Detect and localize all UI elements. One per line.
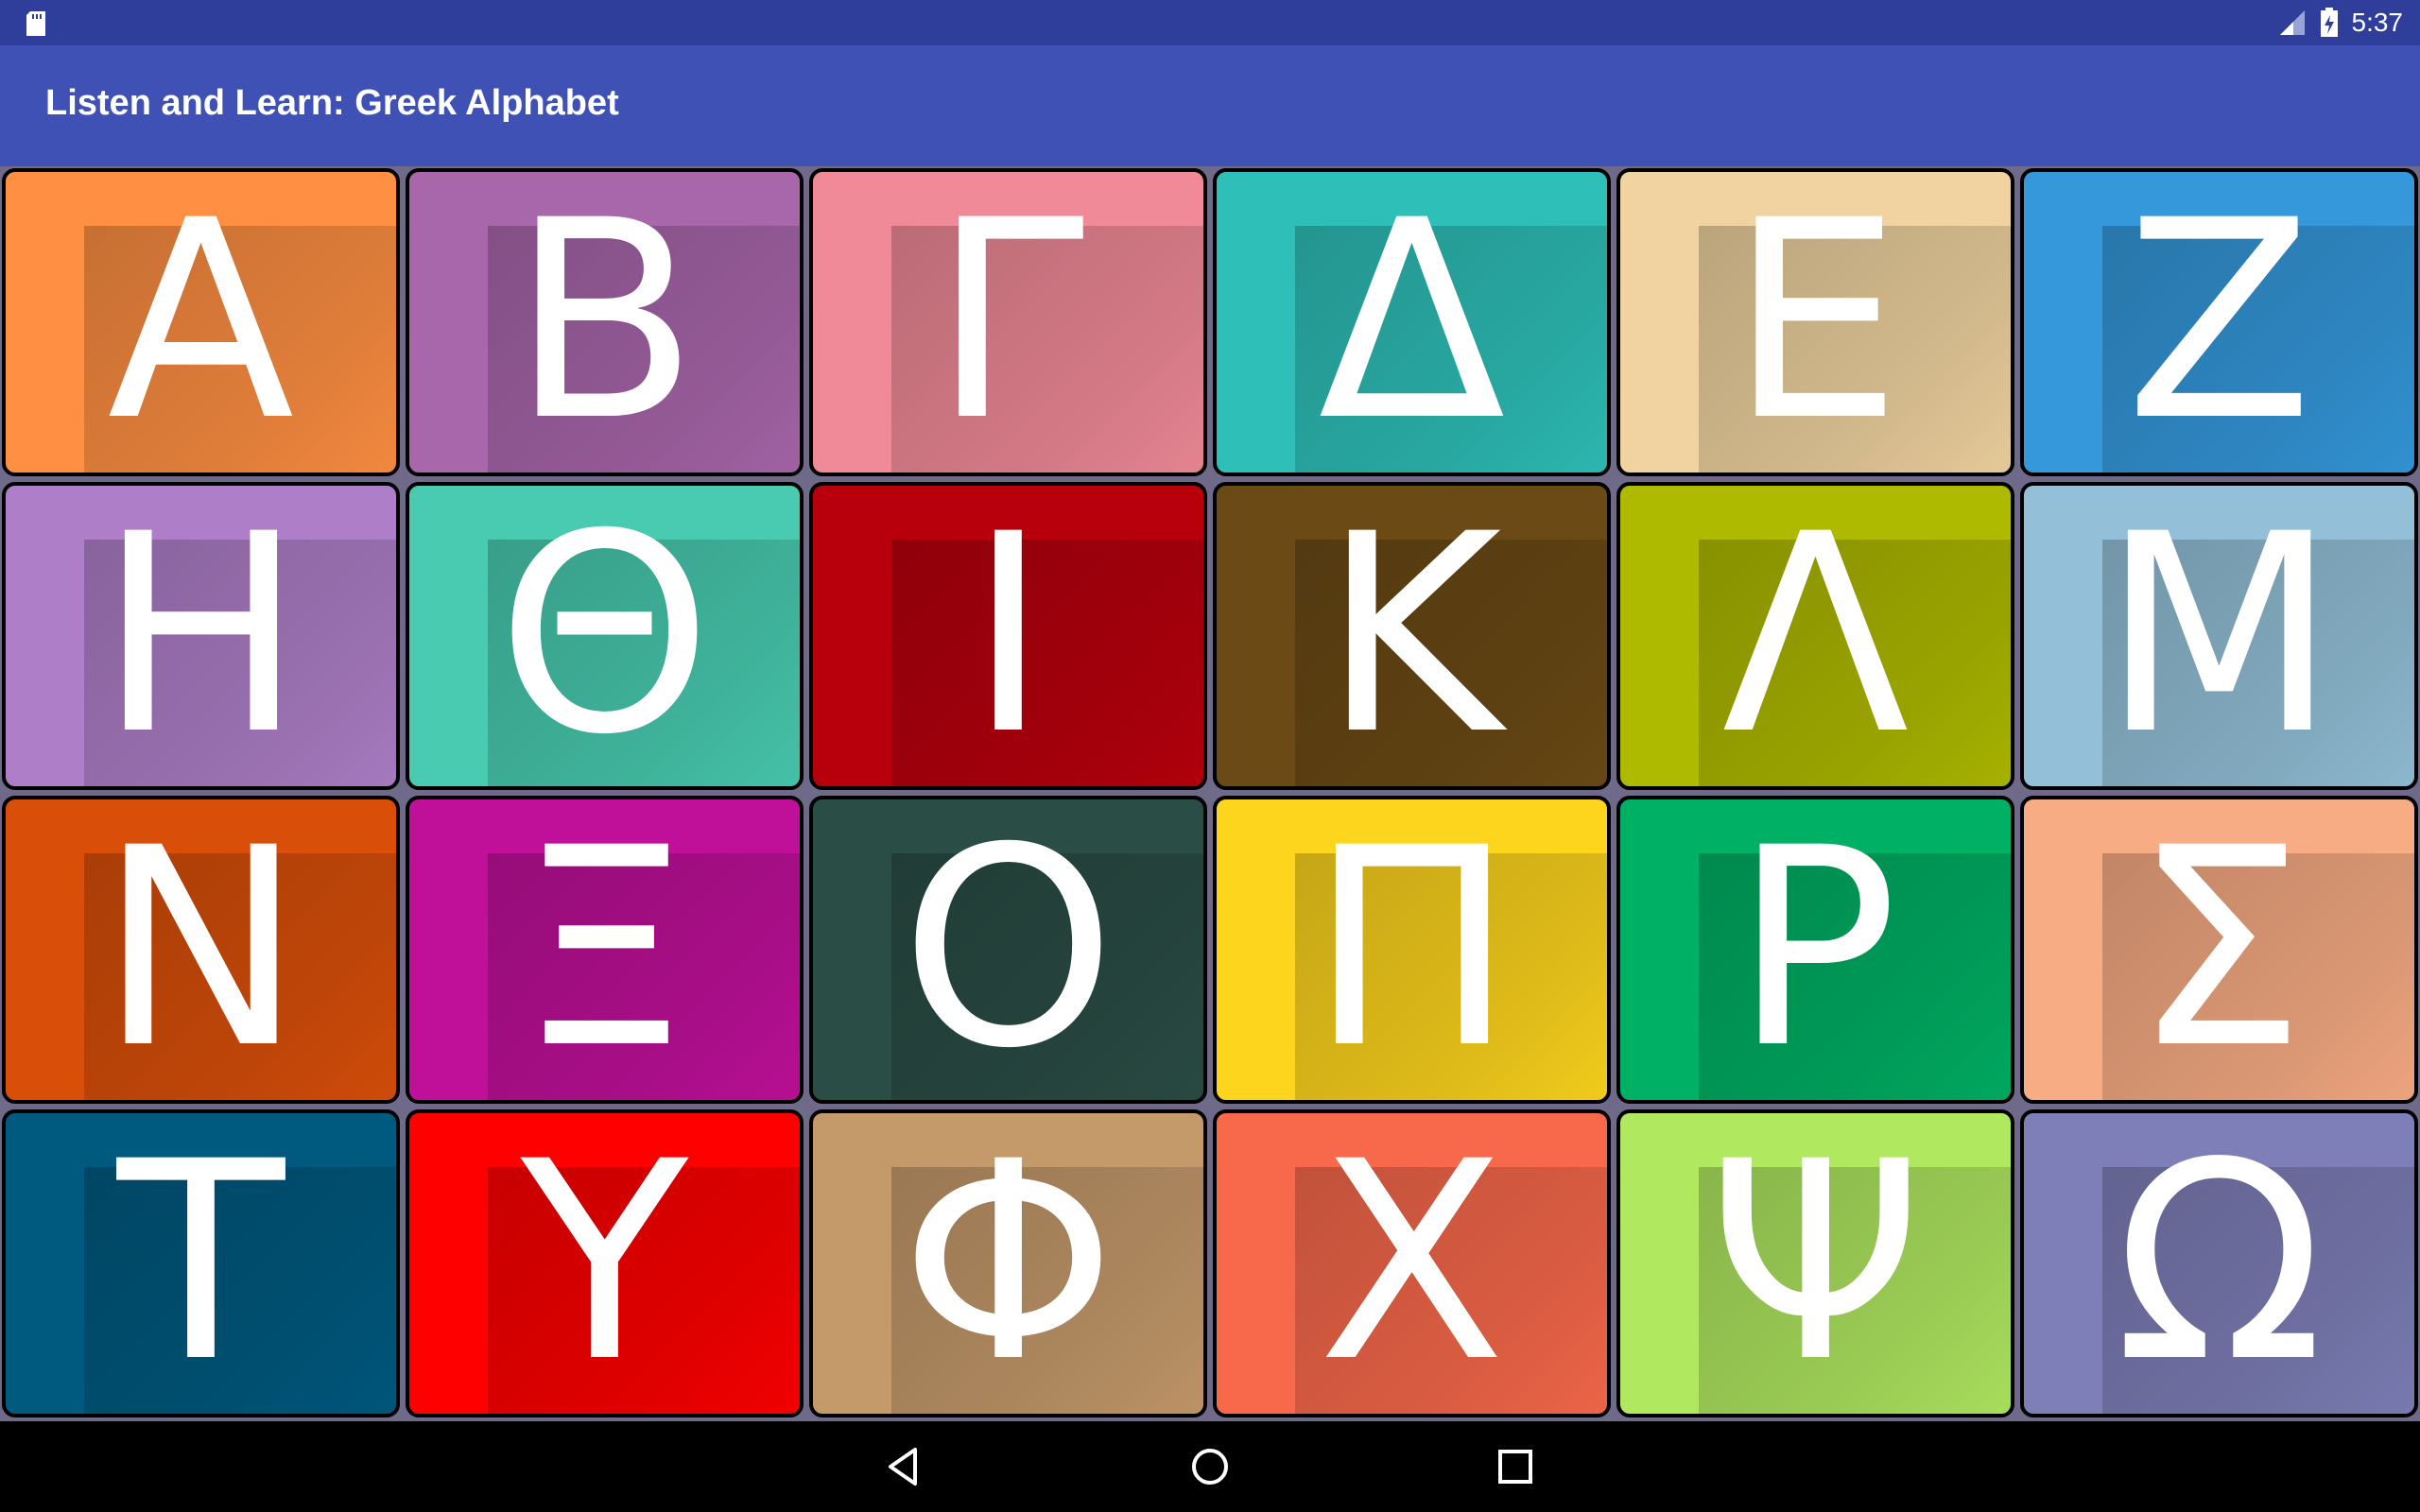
letter-tile[interactable]: Ι <box>809 482 1207 790</box>
letter-tile[interactable]: Ζ <box>2020 168 2418 476</box>
letter-tile[interactable]: Σ <box>2020 796 2418 1104</box>
tile-letter: Β <box>510 168 699 476</box>
navigation-bar <box>0 1421 2420 1512</box>
tile-letter: Π <box>1308 796 1515 1104</box>
tile-letter: Φ <box>900 1109 1116 1418</box>
signal-icon <box>2279 10 2305 35</box>
tile-letter: Υ <box>520 1109 689 1418</box>
tile-letter: Α <box>107 168 295 476</box>
letter-tile[interactable]: Φ <box>809 1109 1207 1418</box>
letter-tile[interactable]: Ν <box>2 796 400 1104</box>
sd-card-icon <box>26 11 45 36</box>
letter-tile[interactable]: Ρ <box>1616 796 2014 1104</box>
recents-icon[interactable] <box>1491 1442 1540 1491</box>
letter-tile[interactable]: Ο <box>809 796 1207 1104</box>
battery-icon <box>2320 8 2338 37</box>
letter-tile[interactable]: Μ <box>2020 482 2418 790</box>
letter-tile[interactable]: Ψ <box>1616 1109 2014 1418</box>
tile-letter: Θ <box>496 482 713 790</box>
tile-letter: Ε <box>1728 168 1903 476</box>
clock: 5:37 <box>2351 8 2404 37</box>
letter-tile[interactable]: Λ <box>1616 482 2014 790</box>
tile-letter: Χ <box>1318 1109 1506 1418</box>
letter-tile[interactable]: Α <box>2 168 400 476</box>
tile-letter: Ο <box>900 796 1116 1104</box>
tile-letter: Ρ <box>1733 796 1898 1104</box>
letter-tile[interactable]: Θ <box>406 482 804 790</box>
letter-tile[interactable]: Χ <box>1213 1109 1611 1418</box>
tile-letter: Ψ <box>1707 1109 1924 1418</box>
tile-letter: Σ <box>2132 796 2307 1104</box>
letter-tile[interactable]: Π <box>1213 796 1611 1104</box>
letter-grid: ΑΒΓΔΕΖ ΗΘΙΚΛΜ ΝΞΟΠΡΣ ΤΥΦΧΨΩ <box>0 166 2420 1421</box>
tile-letter: Τ <box>116 1109 285 1418</box>
tile-letter: Δ <box>1318 168 1506 476</box>
tile-letter: Ξ <box>517 796 692 1104</box>
back-icon[interactable] <box>879 1442 928 1491</box>
tile-letter: Ι <box>967 482 1049 790</box>
letter-tile[interactable]: Ξ <box>406 796 804 1104</box>
letter-tile[interactable]: Γ <box>809 168 1207 476</box>
status-bar: 5:37 <box>0 0 2420 45</box>
letter-tile[interactable]: Ω <box>2020 1109 2418 1418</box>
app-title: Listen and Learn: Greek Alphabet <box>45 83 619 123</box>
tile-letter: Ζ <box>2125 168 2313 476</box>
letter-tile[interactable]: Β <box>406 168 804 476</box>
app-bar: Listen and Learn: Greek Alphabet <box>0 45 2420 166</box>
home-icon[interactable] <box>1185 1442 1235 1491</box>
tile-letter: Μ <box>2100 482 2338 790</box>
tile-letter: Ω <box>2114 1109 2325 1418</box>
tile-letter: Η <box>97 482 304 790</box>
tile-letter: Κ <box>1322 482 1502 790</box>
letter-tile[interactable]: Δ <box>1213 168 1611 476</box>
tile-letter: Λ <box>1721 482 1910 790</box>
tile-letter: Γ <box>931 168 1085 476</box>
letter-tile[interactable]: Ε <box>1616 168 2014 476</box>
letter-tile[interactable]: Υ <box>406 1109 804 1418</box>
tile-letter: Ν <box>98 796 303 1104</box>
letter-tile[interactable]: Κ <box>1213 482 1611 790</box>
letter-tile[interactable]: Τ <box>2 1109 400 1418</box>
tile-shadow <box>890 540 1203 786</box>
letter-tile[interactable]: Η <box>2 482 400 790</box>
